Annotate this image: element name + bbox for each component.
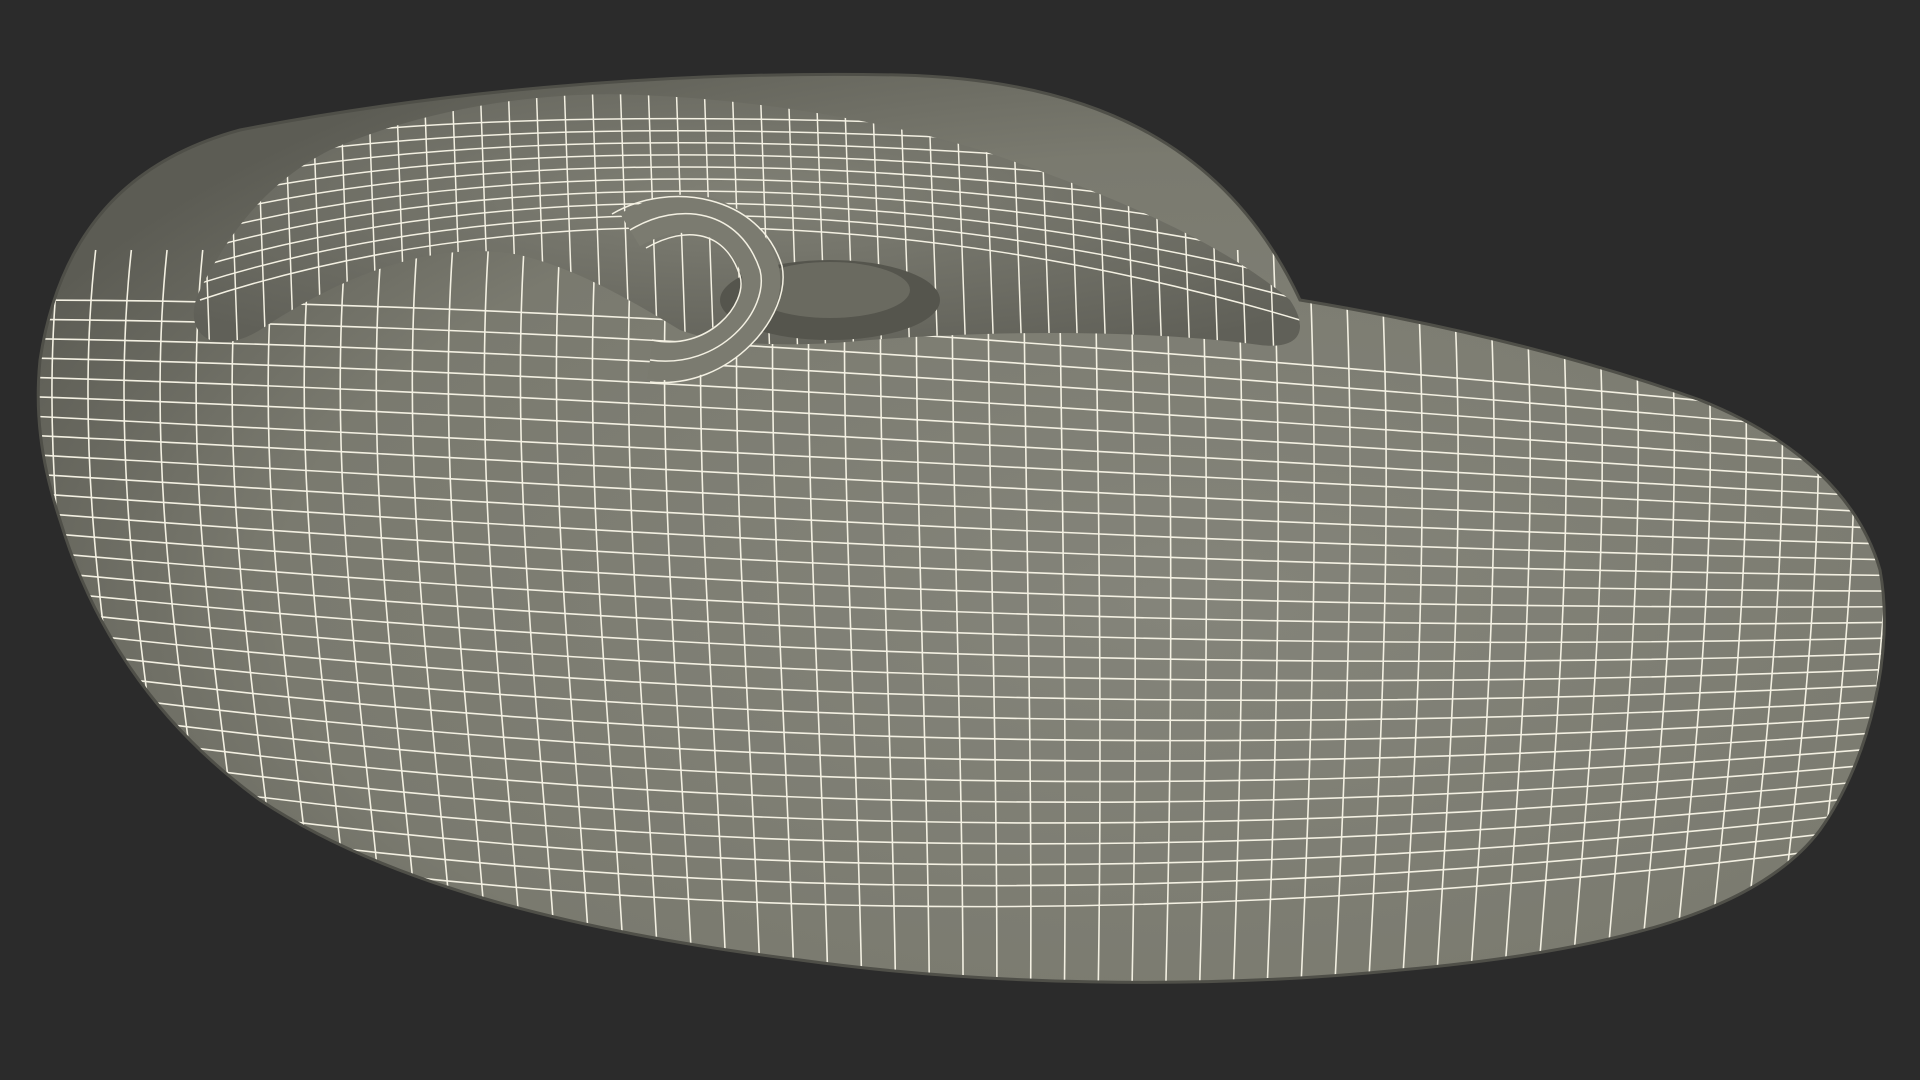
render-viewport: [0, 0, 1920, 1080]
mesh-render: [36, 72, 1886, 984]
